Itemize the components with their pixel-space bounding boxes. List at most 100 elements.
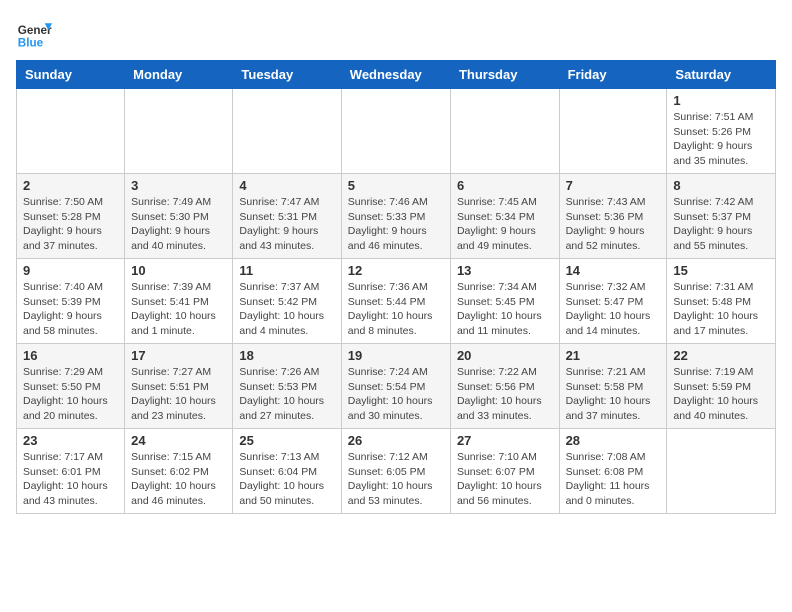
calendar-cell: 19 Sunrise: 7:24 AM Sunset: 5:54 PM Dayli… — [341, 344, 450, 429]
day-number: 13 — [457, 263, 553, 278]
calendar-cell — [667, 429, 776, 514]
calendar-table: SundayMondayTuesdayWednesdayThursdayFrid… — [16, 60, 776, 514]
day-info: Sunrise: 7:19 AM Sunset: 5:59 PM Dayligh… — [673, 365, 769, 424]
day-number: 12 — [348, 263, 444, 278]
day-number: 25 — [239, 433, 334, 448]
day-number: 14 — [566, 263, 661, 278]
calendar-cell: 1 Sunrise: 7:51 AM Sunset: 5:26 PM Daylig… — [667, 89, 776, 174]
day-info: Sunrise: 7:43 AM Sunset: 5:36 PM Dayligh… — [566, 195, 661, 254]
calendar-cell — [233, 89, 341, 174]
calendar-cell: 26 Sunrise: 7:12 AM Sunset: 6:05 PM Dayli… — [341, 429, 450, 514]
day-number: 5 — [348, 178, 444, 193]
day-info: Sunrise: 7:26 AM Sunset: 5:53 PM Dayligh… — [239, 365, 334, 424]
day-number: 3 — [131, 178, 226, 193]
day-info: Sunrise: 7:51 AM Sunset: 5:26 PM Dayligh… — [673, 110, 769, 169]
day-info: Sunrise: 7:40 AM Sunset: 5:39 PM Dayligh… — [23, 280, 118, 339]
day-info: Sunrise: 7:13 AM Sunset: 6:04 PM Dayligh… — [239, 450, 334, 509]
day-number: 26 — [348, 433, 444, 448]
day-number: 15 — [673, 263, 769, 278]
calendar-cell: 24 Sunrise: 7:15 AM Sunset: 6:02 PM Dayli… — [125, 429, 233, 514]
calendar-cell: 18 Sunrise: 7:26 AM Sunset: 5:53 PM Dayli… — [233, 344, 341, 429]
day-info: Sunrise: 7:22 AM Sunset: 5:56 PM Dayligh… — [457, 365, 553, 424]
day-number: 10 — [131, 263, 226, 278]
weekday-header: Saturday — [667, 61, 776, 89]
day-number: 17 — [131, 348, 226, 363]
weekday-header: Thursday — [450, 61, 559, 89]
calendar-header-row: SundayMondayTuesdayWednesdayThursdayFrid… — [17, 61, 776, 89]
day-number: 2 — [23, 178, 118, 193]
calendar-cell: 23Sunrise: 7:17 AM Sunset: 6:01 PM Dayli… — [17, 429, 125, 514]
calendar-cell: 20 Sunrise: 7:22 AM Sunset: 5:56 PM Dayli… — [450, 344, 559, 429]
calendar-cell: 17 Sunrise: 7:27 AM Sunset: 5:51 PM Dayli… — [125, 344, 233, 429]
day-info: Sunrise: 7:27 AM Sunset: 5:51 PM Dayligh… — [131, 365, 226, 424]
day-info: Sunrise: 7:39 AM Sunset: 5:41 PM Dayligh… — [131, 280, 226, 339]
calendar-cell: 10 Sunrise: 7:39 AM Sunset: 5:41 PM Dayli… — [125, 259, 233, 344]
calendar-cell: 25 Sunrise: 7:13 AM Sunset: 6:04 PM Dayli… — [233, 429, 341, 514]
weekday-header: Tuesday — [233, 61, 341, 89]
calendar-cell: 3 Sunrise: 7:49 AM Sunset: 5:30 PM Daylig… — [125, 174, 233, 259]
weekday-header: Monday — [125, 61, 233, 89]
calendar-cell: 13 Sunrise: 7:34 AM Sunset: 5:45 PM Dayli… — [450, 259, 559, 344]
day-number: 16 — [23, 348, 118, 363]
day-info: Sunrise: 7:15 AM Sunset: 6:02 PM Dayligh… — [131, 450, 226, 509]
day-info: Sunrise: 7:29 AM Sunset: 5:50 PM Dayligh… — [23, 365, 118, 424]
day-number: 28 — [566, 433, 661, 448]
day-info: Sunrise: 7:10 AM Sunset: 6:07 PM Dayligh… — [457, 450, 553, 509]
day-info: Sunrise: 7:36 AM Sunset: 5:44 PM Dayligh… — [348, 280, 444, 339]
logo: General Blue — [16, 16, 52, 52]
day-info: Sunrise: 7:47 AM Sunset: 5:31 PM Dayligh… — [239, 195, 334, 254]
calendar-cell: 9 Sunrise: 7:40 AM Sunset: 5:39 PM Daylig… — [17, 259, 125, 344]
day-info: Sunrise: 7:50 AM Sunset: 5:28 PM Dayligh… — [23, 195, 118, 254]
weekday-header: Wednesday — [341, 61, 450, 89]
calendar-cell: 15 Sunrise: 7:31 AM Sunset: 5:48 PM Dayli… — [667, 259, 776, 344]
day-info: Sunrise: 7:49 AM Sunset: 5:30 PM Dayligh… — [131, 195, 226, 254]
day-number: 8 — [673, 178, 769, 193]
calendar-week-row: 2 Sunrise: 7:50 AM Sunset: 5:28 PM Daylig… — [17, 174, 776, 259]
calendar-cell — [341, 89, 450, 174]
day-number: 18 — [239, 348, 334, 363]
day-number: 22 — [673, 348, 769, 363]
day-number: 21 — [566, 348, 661, 363]
day-number: 4 — [239, 178, 334, 193]
calendar-cell — [450, 89, 559, 174]
calendar-cell: 5 Sunrise: 7:46 AM Sunset: 5:33 PM Daylig… — [341, 174, 450, 259]
day-number: 7 — [566, 178, 661, 193]
calendar-cell: 6Sunrise: 7:45 AM Sunset: 5:34 PM Daylig… — [450, 174, 559, 259]
day-number: 9 — [23, 263, 118, 278]
weekday-header: Friday — [559, 61, 667, 89]
day-number: 20 — [457, 348, 553, 363]
day-number: 1 — [673, 93, 769, 108]
day-info: Sunrise: 7:12 AM Sunset: 6:05 PM Dayligh… — [348, 450, 444, 509]
calendar-cell: 16 Sunrise: 7:29 AM Sunset: 5:50 PM Dayli… — [17, 344, 125, 429]
day-info: Sunrise: 7:08 AM Sunset: 6:08 PM Dayligh… — [566, 450, 661, 509]
day-info: Sunrise: 7:24 AM Sunset: 5:54 PM Dayligh… — [348, 365, 444, 424]
day-info: Sunrise: 7:42 AM Sunset: 5:37 PM Dayligh… — [673, 195, 769, 254]
day-number: 11 — [239, 263, 334, 278]
day-number: 24 — [131, 433, 226, 448]
calendar-cell: 22 Sunrise: 7:19 AM Sunset: 5:59 PM Dayli… — [667, 344, 776, 429]
calendar-cell: 8 Sunrise: 7:42 AM Sunset: 5:37 PM Daylig… — [667, 174, 776, 259]
day-info: Sunrise: 7:32 AM Sunset: 5:47 PM Dayligh… — [566, 280, 661, 339]
day-info: Sunrise: 7:45 AM Sunset: 5:34 PM Dayligh… — [457, 195, 553, 254]
calendar-week-row: 1 Sunrise: 7:51 AM Sunset: 5:26 PM Daylig… — [17, 89, 776, 174]
svg-text:Blue: Blue — [18, 37, 44, 50]
weekday-header: Sunday — [17, 61, 125, 89]
calendar-cell: 28 Sunrise: 7:08 AM Sunset: 6:08 PM Dayli… — [559, 429, 667, 514]
calendar-week-row: 16 Sunrise: 7:29 AM Sunset: 5:50 PM Dayli… — [17, 344, 776, 429]
calendar-cell: 2 Sunrise: 7:50 AM Sunset: 5:28 PM Daylig… — [17, 174, 125, 259]
calendar-cell: 4 Sunrise: 7:47 AM Sunset: 5:31 PM Daylig… — [233, 174, 341, 259]
calendar-cell: 12 Sunrise: 7:36 AM Sunset: 5:44 PM Dayli… — [341, 259, 450, 344]
day-info: Sunrise: 7:37 AM Sunset: 5:42 PM Dayligh… — [239, 280, 334, 339]
calendar-cell: 21Sunrise: 7:21 AM Sunset: 5:58 PM Dayli… — [559, 344, 667, 429]
day-info: Sunrise: 7:31 AM Sunset: 5:48 PM Dayligh… — [673, 280, 769, 339]
calendar-week-row: 9 Sunrise: 7:40 AM Sunset: 5:39 PM Daylig… — [17, 259, 776, 344]
calendar-cell: 7 Sunrise: 7:43 AM Sunset: 5:36 PM Daylig… — [559, 174, 667, 259]
day-number: 27 — [457, 433, 553, 448]
page-header: General Blue — [16, 16, 776, 52]
day-number: 19 — [348, 348, 444, 363]
calendar-cell — [17, 89, 125, 174]
calendar-week-row: 23Sunrise: 7:17 AM Sunset: 6:01 PM Dayli… — [17, 429, 776, 514]
day-info: Sunrise: 7:34 AM Sunset: 5:45 PM Dayligh… — [457, 280, 553, 339]
day-info: Sunrise: 7:46 AM Sunset: 5:33 PM Dayligh… — [348, 195, 444, 254]
calendar-cell: 27 Sunrise: 7:10 AM Sunset: 6:07 PM Dayli… — [450, 429, 559, 514]
